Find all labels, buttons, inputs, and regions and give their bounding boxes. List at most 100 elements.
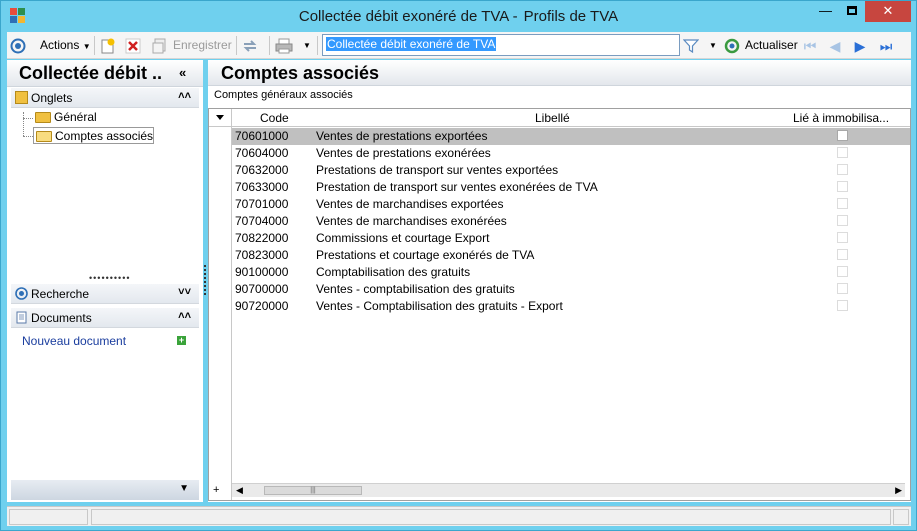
last-record-icon[interactable]: ⏭ xyxy=(878,38,894,54)
first-record-icon[interactable]: ⏮ xyxy=(802,38,818,54)
splitter-grip[interactable]: •••••••••• xyxy=(89,273,131,283)
checkbox-immobilisation[interactable] xyxy=(837,232,848,243)
tree-connector xyxy=(23,112,24,136)
chevron-down-icon[interactable]: ▼ xyxy=(179,483,189,494)
section-documents[interactable]: Documents ˄˄ xyxy=(11,308,199,328)
new-document-link[interactable]: Nouveau document xyxy=(22,334,126,348)
horizontal-scrollbar[interactable]: ◀ ||| ▶ xyxy=(232,483,905,497)
close-button[interactable]: ✕ xyxy=(865,1,911,22)
tree-item-general[interactable]: Général xyxy=(33,109,97,126)
previous-record-icon[interactable]: ◀ xyxy=(827,38,843,54)
cell-code: 70822000 xyxy=(235,231,289,245)
checkbox-immobilisation[interactable] xyxy=(837,147,848,158)
left-panel-title: Collectée débit .. xyxy=(19,63,163,83)
close-icon: ✕ xyxy=(882,3,894,18)
status-cell xyxy=(9,509,88,525)
toolbar: Actions ▼ Enregistrer ▼ Collectée débit … xyxy=(7,32,911,59)
next-record-icon[interactable]: ▶ xyxy=(852,38,868,54)
cell-code: 70704000 xyxy=(235,214,289,228)
save-button[interactable]: Enregistrer xyxy=(173,32,232,59)
splitter-grip[interactable] xyxy=(204,265,206,295)
column-header-libelle[interactable]: Libellé xyxy=(535,111,570,125)
search-target-icon xyxy=(15,287,28,300)
refresh-icon[interactable] xyxy=(724,38,740,54)
table-row[interactable]: 70704000 Ventes de marchandises exonérées xyxy=(232,213,910,230)
delete-icon[interactable] xyxy=(125,38,141,54)
cell-libelle: Ventes de marchandises exportées xyxy=(316,197,504,211)
new-document-icon[interactable] xyxy=(100,38,116,54)
sync-icon[interactable] xyxy=(242,38,258,54)
table-row[interactable]: 90720000 Ventes - Comptabilisation des gr… xyxy=(232,298,910,315)
maximize-button[interactable] xyxy=(839,1,865,22)
cell-code: 90100000 xyxy=(235,265,289,279)
table-row[interactable]: 70604000 Ventes de prestations exonérées xyxy=(232,145,910,162)
document-icon xyxy=(16,311,27,324)
table-row[interactable]: 90100000 Comptabilisation des gratuits xyxy=(232,264,910,281)
tree-item-comptes-associes[interactable]: Comptes associés xyxy=(33,127,155,144)
chevron-down-icon[interactable]: ˅˅ xyxy=(178,286,191,298)
checkbox-immobilisation[interactable] xyxy=(837,181,848,192)
main-panel-header: Comptes associés xyxy=(208,60,911,86)
print-dropdown-arrow-icon[interactable]: ▼ xyxy=(303,32,311,59)
toolbar-separator xyxy=(94,36,95,55)
column-header-code[interactable]: Code xyxy=(260,111,289,125)
main-panel: Comptes associés Comptes généraux associ… xyxy=(208,60,911,502)
cell-code: 70604000 xyxy=(235,146,289,160)
section-documents-label: Documents xyxy=(31,311,92,325)
cell-libelle: Ventes - Comptabilisation des gratuits -… xyxy=(316,299,563,313)
checkbox-immobilisation[interactable] xyxy=(837,130,848,141)
column-chooser-icon[interactable] xyxy=(216,115,224,120)
add-icon[interactable]: + xyxy=(177,336,186,345)
table-row[interactable]: 70601000 Ventes de prestations exportées xyxy=(232,128,910,145)
toolbar-separator xyxy=(236,36,237,55)
collapse-panel-icon[interactable]: « xyxy=(179,65,186,80)
title-bar[interactable]: Collectée débit exonéré de TVA - Profils … xyxy=(1,1,916,31)
nav-target-icon[interactable] xyxy=(10,38,26,54)
chevron-up-icon[interactable]: ˄˄ xyxy=(178,90,191,102)
window-title: Collectée débit exonéré de TVA - Profils … xyxy=(298,8,619,25)
checkbox-immobilisation[interactable] xyxy=(837,215,848,226)
section-recherche-label: Recherche xyxy=(31,287,90,301)
scroll-left-icon[interactable]: ◀ xyxy=(236,484,243,497)
table-row[interactable]: 70822000 Commissions et courtage Export xyxy=(232,230,910,247)
checkbox-immobilisation[interactable] xyxy=(837,198,848,209)
table-row[interactable]: 70701000 Ventes de marchandises exportées xyxy=(232,196,910,213)
save-icon xyxy=(152,38,166,54)
cell-libelle: Commissions et courtage Export xyxy=(316,231,490,245)
filter-dropdown-arrow-icon[interactable]: ▼ xyxy=(709,32,717,59)
actions-menu[interactable]: Actions ▼ xyxy=(40,32,91,59)
status-bar xyxy=(7,506,911,526)
scroll-right-icon[interactable]: ▶ xyxy=(895,484,902,497)
table-row[interactable]: 90700000 Ventes - comptabilisation des gr… xyxy=(232,281,910,298)
table-row[interactable]: 70633000 Prestation de transport sur vent… xyxy=(232,179,910,196)
checkbox-immobilisation[interactable] xyxy=(837,266,848,277)
minimize-icon: — xyxy=(819,3,832,18)
table-row[interactable]: 70632000 Prestations de transport sur ven… xyxy=(232,162,910,179)
cell-code: 70632000 xyxy=(235,163,289,177)
status-cell xyxy=(893,509,909,525)
cell-libelle: Comptabilisation des gratuits xyxy=(316,265,471,279)
column-header-immo[interactable]: Lié à immobilisa... xyxy=(793,111,889,125)
folder-icon xyxy=(35,112,51,123)
refresh-button[interactable]: Actualiser xyxy=(745,32,798,59)
section-onglets[interactable]: Onglets ˄˄ xyxy=(11,88,199,108)
table-row[interactable]: 70823000 Prestations et courtage exonérés… xyxy=(232,247,910,264)
checkbox-immobilisation[interactable] xyxy=(837,283,848,294)
cell-code: 90720000 xyxy=(235,299,289,313)
chevron-up-icon[interactable]: ˄˄ xyxy=(178,310,191,322)
section-recherche[interactable]: Recherche ˅˅ xyxy=(11,284,199,304)
left-panel-footer[interactable]: ▼ xyxy=(11,480,199,500)
checkbox-immobilisation[interactable] xyxy=(837,249,848,260)
minimize-button[interactable]: — xyxy=(812,1,839,22)
cell-code: 70701000 xyxy=(235,197,289,211)
cell-code: 70633000 xyxy=(235,180,289,194)
print-icon[interactable] xyxy=(275,38,293,54)
checkbox-immobilisation[interactable] xyxy=(837,300,848,311)
scroll-thumb[interactable]: ||| xyxy=(264,486,362,495)
checkbox-immobilisation[interactable] xyxy=(837,164,848,175)
cell-libelle: Prestations de transport sur ventes expo… xyxy=(316,163,559,177)
add-row-icon[interactable]: + xyxy=(213,484,219,496)
page-title: Comptes associés xyxy=(221,63,380,83)
search-input[interactable]: Collectée débit exonéré de TVA xyxy=(322,34,680,56)
filter-icon[interactable] xyxy=(683,38,699,54)
